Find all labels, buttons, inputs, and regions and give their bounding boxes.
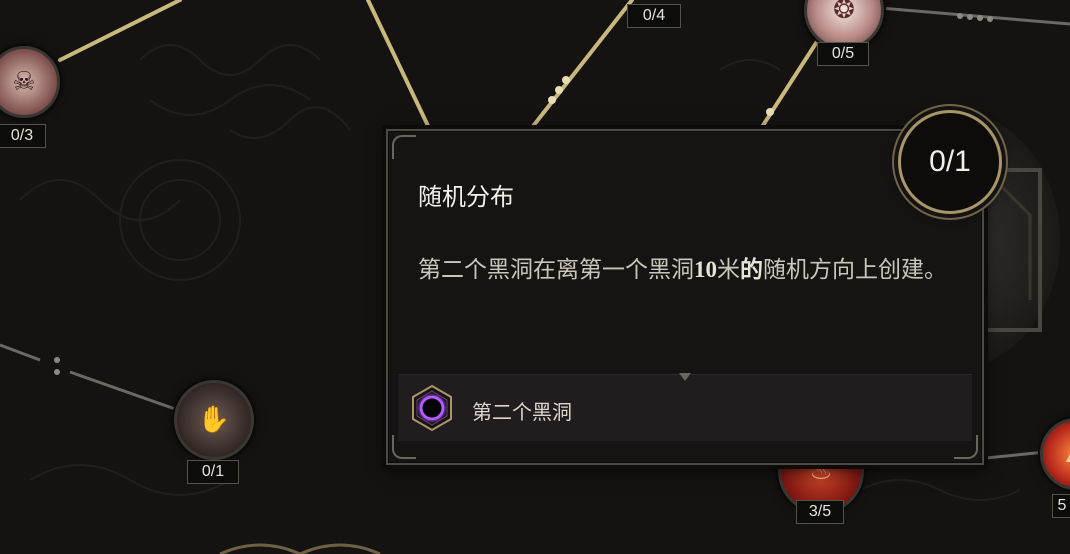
skull-icon: ☠: [12, 67, 36, 97]
related-spell-row[interactable]: 第二个黑洞: [398, 373, 972, 441]
node-fire-counter: 3/5: [796, 500, 844, 524]
talent-tooltip: 随机分布 第二个黑洞在离第一个黑洞10米的随机方向上创建。 第二个黑洞: [386, 129, 984, 465]
connection-beads: [548, 76, 774, 116]
node-top-center-counter: 0/4: [627, 4, 681, 28]
related-spell-name: 第二个黑洞: [472, 400, 572, 424]
desc-text: 第二个黑洞在离第一个黑洞: [418, 257, 694, 283]
footer-notch: [679, 373, 691, 381]
desc-unit: 米: [717, 257, 740, 283]
talent-description: 第二个黑洞在离第一个黑洞10米的随机方向上创建。: [418, 249, 958, 291]
spirits-icon: ❂: [833, 0, 855, 25]
node-skull-counter: 0/3: [0, 124, 46, 148]
desc-text-end: 随机方向上创建。: [763, 257, 947, 283]
connection-lines: [58, 0, 820, 132]
node-top-right-counter: 0/5: [817, 42, 869, 66]
desc-value: 10: [694, 257, 717, 282]
desc-particle: 的: [740, 257, 763, 283]
node-right-edge-counter: 5: [1052, 494, 1070, 518]
node-claws[interactable]: ✋: [174, 380, 254, 460]
flame-icon: 🜂: [1065, 441, 1070, 467]
node-claws-counter: 0/1: [187, 460, 239, 484]
black-hole-icon: [412, 384, 452, 432]
bottom-ornament: [219, 543, 381, 554]
talent-rank-badge: 0/1: [898, 110, 1002, 214]
claws-icon: ✋: [197, 405, 231, 435]
talent-title: 随机分布: [418, 183, 514, 211]
tooltip-corner-ornament: [392, 135, 416, 159]
